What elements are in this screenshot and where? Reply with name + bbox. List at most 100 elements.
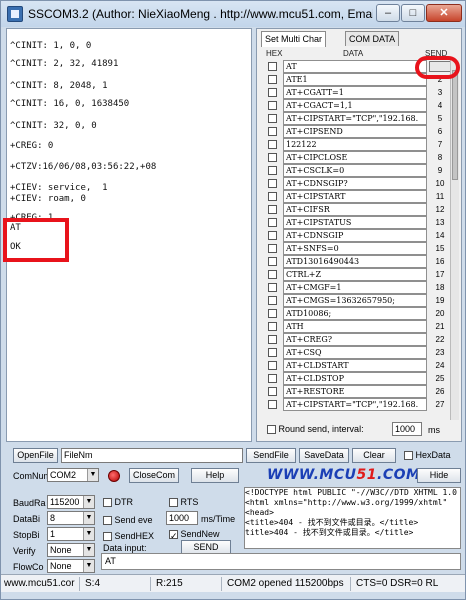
- row-send-number[interactable]: 9: [429, 164, 451, 177]
- hex-checkbox[interactable]: [268, 101, 277, 110]
- hex-checkbox[interactable]: [268, 283, 277, 292]
- row-send-number[interactable]: 27: [429, 398, 451, 411]
- row-send-number[interactable]: 26: [429, 385, 451, 398]
- row-send-number[interactable]: 13: [429, 216, 451, 229]
- send-every-checkbox[interactable]: [103, 516, 112, 526]
- send-interval-input[interactable]: 1000: [166, 511, 198, 525]
- hex-checkbox[interactable]: [268, 387, 277, 396]
- command-data-field[interactable]: AT+CIPSTART: [283, 190, 427, 203]
- row-send-number[interactable]: 3: [429, 86, 451, 99]
- command-data-field[interactable]: AT+CMGS=13632657950;: [283, 294, 427, 307]
- scrollbar[interactable]: [450, 60, 459, 420]
- command-data-field[interactable]: AT+CMGF=1: [283, 281, 427, 294]
- command-data-field[interactable]: AT+CLDSTOP: [283, 372, 427, 385]
- html-preview-area[interactable]: <!DOCTYPE html PUBLIC "-//W3C//DTD XHTML…: [244, 487, 461, 549]
- hex-checkbox[interactable]: [268, 153, 277, 162]
- hex-checkbox[interactable]: [268, 127, 277, 136]
- command-data-field[interactable]: 122122: [283, 138, 427, 151]
- stopbits-select[interactable]: 1 ▼: [47, 527, 95, 541]
- hide-button[interactable]: Hide: [417, 468, 461, 483]
- minimize-button[interactable]: –: [376, 4, 400, 22]
- command-data-field[interactable]: AT+CIPSTART="TCP","192.168.: [283, 112, 427, 125]
- databits-select[interactable]: 8 ▼: [47, 511, 95, 525]
- help-button[interactable]: Help: [191, 468, 239, 483]
- close-com-button[interactable]: CloseCom: [129, 468, 179, 483]
- hex-checkbox[interactable]: [268, 231, 277, 240]
- command-data-field[interactable]: AT+CIPSTART="TCP","192.168.: [283, 398, 427, 411]
- row-send-number[interactable]: 17: [429, 268, 451, 281]
- hex-checkbox[interactable]: [268, 179, 277, 188]
- hex-checkbox[interactable]: [268, 374, 277, 383]
- baud-select[interactable]: 115200 ▼: [47, 495, 95, 509]
- row-send-number[interactable]: 24: [429, 359, 451, 372]
- row-send-number[interactable]: 6: [429, 125, 451, 138]
- hex-checkbox[interactable]: [268, 75, 277, 84]
- row-send-number[interactable]: 16: [429, 255, 451, 268]
- row-send-number[interactable]: 20: [429, 307, 451, 320]
- command-data-field[interactable]: AT+CSCLK=0: [283, 164, 427, 177]
- hex-checkbox[interactable]: [268, 361, 277, 370]
- row-send-number[interactable]: 7: [429, 138, 451, 151]
- command-data-field[interactable]: AT+CGACT=1,1: [283, 99, 427, 112]
- row-send-number[interactable]: 23: [429, 346, 451, 359]
- save-data-button[interactable]: SaveData: [299, 448, 349, 463]
- status-site[interactable]: www.mcu51.cor: [2, 577, 80, 591]
- command-data-field[interactable]: AT+CIPSEND: [283, 125, 427, 138]
- command-data-field[interactable]: AT+SNFS=0: [283, 242, 427, 255]
- dtr-checkbox[interactable]: [103, 498, 112, 508]
- row-send-number[interactable]: 22: [429, 333, 451, 346]
- hex-data-checkbox[interactable]: [404, 451, 413, 461]
- command-data-field[interactable]: ATD10086;: [283, 307, 427, 320]
- hex-checkbox[interactable]: [268, 244, 277, 253]
- command-data-field[interactable]: ATD13016490443: [283, 255, 427, 268]
- close-button[interactable]: ✕: [426, 4, 462, 22]
- send-file-button[interactable]: SendFile: [246, 448, 296, 463]
- rts-checkbox[interactable]: [169, 498, 178, 508]
- command-data-field[interactable]: AT+CSQ: [283, 346, 427, 359]
- row-send-number[interactable]: 8: [429, 151, 451, 164]
- command-data-field[interactable]: ATH: [283, 320, 427, 333]
- tab-set-multi-char[interactable]: Set Multi Char: [261, 31, 327, 47]
- command-data-field[interactable]: AT+CDNSGIP: [283, 229, 427, 242]
- title-bar[interactable]: SSCOM3.2 (Author: NieXiaoMeng . http://w…: [1, 1, 465, 27]
- command-data-field[interactable]: AT+CREG?: [283, 333, 427, 346]
- command-data-field[interactable]: CTRL+Z: [283, 268, 427, 281]
- row-send-number[interactable]: 5: [429, 112, 451, 125]
- command-data-field[interactable]: AT+CIFSR: [283, 203, 427, 216]
- round-send-checkbox[interactable]: [267, 425, 276, 435]
- hex-checkbox[interactable]: [268, 309, 277, 318]
- hex-checkbox[interactable]: [268, 88, 277, 97]
- row-send-number[interactable]: 19: [429, 294, 451, 307]
- command-data-field[interactable]: AT: [283, 60, 427, 73]
- maximize-button[interactable]: □: [401, 4, 425, 22]
- hex-checkbox[interactable]: [268, 348, 277, 357]
- scrollbar-thumb[interactable]: [452, 70, 458, 180]
- hex-checkbox[interactable]: [268, 192, 277, 201]
- row-send-number[interactable]: 10: [429, 177, 451, 190]
- hex-checkbox[interactable]: [268, 296, 277, 305]
- row-send-number[interactable]: 12: [429, 203, 451, 216]
- row-send-number[interactable]: 4: [429, 99, 451, 112]
- hex-checkbox[interactable]: [268, 62, 277, 71]
- hex-checkbox[interactable]: [268, 257, 277, 266]
- command-data-field[interactable]: ATE1: [283, 73, 427, 86]
- hex-checkbox[interactable]: [268, 114, 277, 123]
- command-data-field[interactable]: AT+CIPCLOSE: [283, 151, 427, 164]
- clear-button[interactable]: Clear: [352, 448, 396, 463]
- row-send-number[interactable]: 18: [429, 281, 451, 294]
- row-send-number[interactable]: 11: [429, 190, 451, 203]
- flow-select[interactable]: None ▼: [47, 559, 95, 573]
- command-data-field[interactable]: AT+CGATT=1: [283, 86, 427, 99]
- command-data-field[interactable]: AT+CIPSTATUS: [283, 216, 427, 229]
- row-send-number[interactable]: 21: [429, 320, 451, 333]
- hex-checkbox[interactable]: [268, 205, 277, 214]
- row-send-number[interactable]: 14: [429, 229, 451, 242]
- hex-checkbox[interactable]: [268, 335, 277, 344]
- row-send-number[interactable]: 15: [429, 242, 451, 255]
- row-send-number[interactable]: 25: [429, 372, 451, 385]
- tab-com-data[interactable]: COM DATA: [345, 31, 400, 46]
- data-input-field[interactable]: AT: [101, 553, 461, 570]
- filename-input[interactable]: FileNm: [61, 448, 243, 463]
- command-data-field[interactable]: AT+CLDSTART: [283, 359, 427, 372]
- hex-checkbox[interactable]: [268, 270, 277, 279]
